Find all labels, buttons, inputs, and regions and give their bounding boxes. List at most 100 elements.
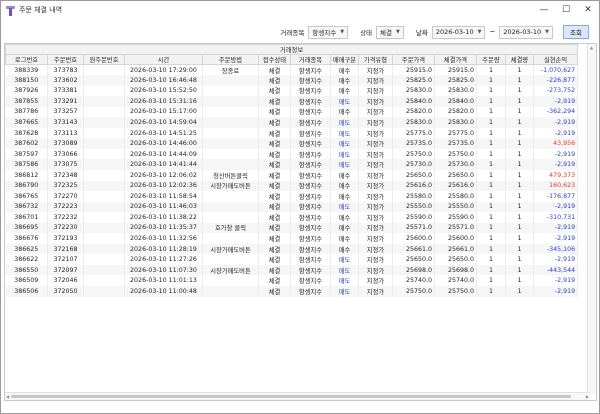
column-header[interactable]: 매매구분 bbox=[330, 54, 359, 65]
table-cell: -2,919 bbox=[533, 159, 579, 170]
column-header[interactable]: 로그번호 bbox=[5, 54, 48, 65]
table-cell: 1 bbox=[476, 159, 506, 170]
scrollbar-thumb[interactable] bbox=[11, 395, 571, 398]
table-cell: 25580.0 bbox=[434, 191, 477, 202]
table-cell: -2,919 bbox=[533, 96, 579, 107]
column-header[interactable]: 체결량 bbox=[505, 54, 534, 65]
group-header: 거래정보 bbox=[5, 44, 579, 55]
column-header[interactable]: 시간 bbox=[124, 54, 203, 65]
table-row[interactable]: 387926 373381 2026-03-10 15:52:50 체결 항셍지수 매수 지… bbox=[5, 85, 579, 97]
table-row[interactable]: 387597 373066 2026-03-10 14:44:09 체결 항셍지수 매도 지… bbox=[5, 148, 579, 160]
table-cell bbox=[83, 159, 125, 170]
column-header[interactable]: 주문방법 bbox=[202, 54, 259, 65]
table-row[interactable]: 386695 372230 2026-03-10 11:35:37 호가창 클릭 체결 항… bbox=[5, 222, 579, 234]
date-to-picker[interactable]: 2026-03-10 ▼ bbox=[499, 25, 553, 39]
table-row[interactable]: 386812 372348 2026-03-10 12:06:02 청산버튼클릭 체결 항… bbox=[5, 169, 579, 181]
column-header[interactable]: 주문가격 bbox=[392, 54, 435, 65]
table-cell: 1 bbox=[505, 254, 534, 265]
table-cell: 1 bbox=[476, 212, 506, 223]
table-row[interactable]: 386622 372107 2026-03-10 11:27:26 체결 항셍지수 매도 지… bbox=[5, 254, 579, 265]
table-cell: 1 bbox=[505, 191, 534, 202]
table-row[interactable]: 386550 372097 2026-03-10 11:07:30 시장가매도버튼 체결… bbox=[5, 264, 579, 276]
table-cell bbox=[202, 106, 259, 118]
table-row[interactable]: 387586 373075 2026-03-10 14:41:44 체결 항셍지수 매도 지… bbox=[5, 159, 579, 170]
table-cell: 지정가 bbox=[358, 138, 393, 149]
table-row[interactable]: 387855 373291 2026-03-10 15:31:16 체결 항셍지수 매도 지… bbox=[5, 96, 579, 107]
table-cell: 1 bbox=[476, 106, 506, 118]
table-row[interactable]: 388150 373602 2026-03-10 16:46:48 체결 항셍지수 매수 지… bbox=[5, 75, 579, 86]
table-row[interactable]: 387786 373257 2026-03-10 15:17:00 체결 항셍지수 매수 지… bbox=[5, 106, 579, 118]
table-cell: 지정가 bbox=[358, 275, 393, 286]
column-header[interactable]: 체결가격 bbox=[434, 54, 477, 65]
table-cell: 매수 bbox=[330, 75, 359, 86]
table-row[interactable]: 387602 373089 2026-03-10 14:46:00 체결 항셍지수 매도 지… bbox=[5, 138, 579, 149]
table-cell: 매도 bbox=[330, 285, 359, 297]
table-cell: 1 bbox=[505, 117, 534, 128]
table-cell: 항셍지수 bbox=[290, 243, 331, 255]
table-cell: 25590.0 bbox=[434, 212, 477, 223]
date-to-value: 2026-03-10 bbox=[503, 28, 542, 36]
table-cell bbox=[83, 96, 125, 107]
table-cell: 항셍지수 bbox=[290, 75, 331, 86]
table-cell: 2026-03-10 11:27:26 bbox=[124, 254, 203, 265]
table-cell: -345,106 bbox=[533, 243, 579, 255]
table-cell: 25830.0 bbox=[434, 85, 477, 97]
table-cell: 1 bbox=[505, 243, 534, 255]
column-header[interactable]: 거래종목 bbox=[290, 54, 331, 65]
table-cell: 체결 bbox=[258, 243, 291, 255]
table-cell: 항셍지수 bbox=[290, 127, 331, 139]
table-row[interactable]: 386732 372223 2026-03-10 11:46:03 체결 항셍지수 매도 지… bbox=[5, 201, 579, 213]
column-header[interactable]: 접수상태 bbox=[258, 54, 291, 65]
close-button[interactable]: ✕ bbox=[577, 1, 599, 19]
table-cell: 항셍지수 bbox=[290, 117, 331, 128]
table-cell: 386625 bbox=[5, 243, 48, 255]
table-row[interactable]: 387628 373113 2026-03-10 14:51:25 체결 항셍지수 매도 지… bbox=[5, 127, 579, 139]
table-cell: 1 bbox=[505, 201, 534, 213]
column-header[interactable]: 주문량 bbox=[476, 54, 506, 65]
column-header[interactable]: 원주문번호 bbox=[83, 54, 125, 65]
table-row[interactable]: 386625 372168 2026-03-10 11:28:19 시장가매도버튼 체결… bbox=[5, 243, 579, 255]
status-select[interactable]: 체결 ▼ bbox=[376, 25, 404, 39]
table-cell: 2026-03-10 14:51:25 bbox=[124, 127, 203, 139]
table-cell: 체결 bbox=[258, 285, 291, 297]
maximize-button[interactable]: ☐ bbox=[555, 1, 577, 19]
minimize-button[interactable]: — bbox=[533, 1, 555, 19]
table-cell: 1 bbox=[505, 180, 534, 192]
table-row[interactable]: 388339 373783 2026-03-10 17:29:00 장종료 체결 항셍지수… bbox=[5, 64, 579, 76]
scroll-right-icon[interactable]: ▶ bbox=[586, 394, 589, 399]
table-cell: 388339 bbox=[5, 64, 48, 76]
table-row[interactable]: 386790 372325 2026-03-10 12:02:36 시장가매도버튼 체결… bbox=[5, 180, 579, 192]
table-row[interactable]: 386676 372193 2026-03-10 11:32:56 체결 항셍지수 매수 지… bbox=[5, 233, 579, 244]
table-row[interactable]: 387665 373143 2026-03-10 14:59:04 체결 항셍지수 매도 지… bbox=[5, 117, 579, 128]
table-cell: 25915.0 bbox=[392, 64, 435, 76]
column-header[interactable]: 가격유형 bbox=[358, 54, 393, 65]
table-row[interactable]: 386765 372270 2026-03-10 11:58:54 체결 항셍지수 매수 지… bbox=[5, 191, 579, 202]
vertical-scrollbar[interactable]: ▲ bbox=[587, 44, 596, 394]
table-cell: 1 bbox=[476, 117, 506, 128]
table-row[interactable]: 386701 372232 2026-03-10 11:38:22 체결 항셍지수 매수 지… bbox=[5, 212, 579, 223]
table-cell: -176,877 bbox=[533, 191, 579, 202]
table-row[interactable]: 386509 372046 2026-03-10 11:01:13 체결 항셍지수 매도 지… bbox=[5, 275, 579, 286]
execution-grid[interactable]: 거래정보 로그번호 주문번호 원주문번호 시간 주문방법 접수상태 거래종목 매매구분 가격유형… bbox=[4, 43, 597, 401]
table-cell: 1 bbox=[476, 127, 506, 139]
title-bar[interactable]: 주문 체결 내역 — ☐ ✕ bbox=[1, 1, 599, 19]
table-cell: 2026-03-10 11:28:19 bbox=[124, 243, 203, 255]
table-cell: 항셍지수 bbox=[290, 96, 331, 107]
scroll-up-icon[interactable]: ▲ bbox=[590, 45, 593, 50]
table-cell bbox=[83, 254, 125, 265]
horizontal-scrollbar[interactable]: ◀ ▶ bbox=[5, 392, 590, 400]
product-select[interactable]: 항셍지수 ▼ bbox=[308, 25, 349, 39]
table-cell: 373291 bbox=[47, 96, 84, 107]
table-cell: 항셍지수 bbox=[290, 148, 331, 160]
table-cell: 매도 bbox=[330, 264, 359, 276]
search-button[interactable]: 조회 bbox=[563, 25, 589, 39]
table-cell: 체결 bbox=[258, 75, 291, 86]
table-cell: 매수 bbox=[330, 169, 359, 181]
date-from-picker[interactable]: 2026-03-10 ▼ bbox=[431, 25, 486, 39]
column-header[interactable]: 실현손익 bbox=[532, 54, 579, 65]
scroll-left-icon[interactable]: ◀ bbox=[6, 394, 9, 399]
column-header[interactable]: 주문번호 bbox=[47, 54, 84, 65]
table-row[interactable]: 386506 372050 2026-03-10 11:00:48 체결 항셍지수 매도 지… bbox=[5, 285, 579, 297]
table-cell: 25740.0 bbox=[434, 275, 477, 286]
table-cell bbox=[83, 117, 125, 128]
